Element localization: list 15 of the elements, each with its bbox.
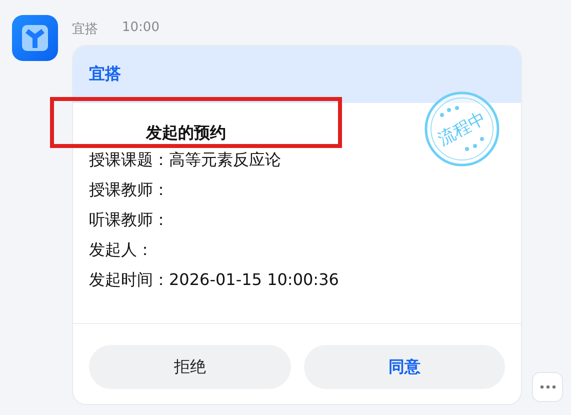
accept-button[interactable]: 同意 [304,345,505,389]
field-line: 发起时间：2026-01-15 10:00:36 [89,269,339,291]
message-time: 10:00 [122,20,160,37]
more-icon [540,385,556,389]
sender-name: 宜搭 [72,21,98,38]
field-line: 发起人： [89,239,153,261]
logo-icon [21,24,49,52]
card-title: 发起的预约 [146,122,226,144]
field-line: 听课教师： [89,209,169,231]
field-line: 授课教师： [89,179,169,201]
status-stamp: 流程中 [424,91,500,167]
more-button[interactable] [532,372,563,402]
card-header: 宜搭 [89,64,121,85]
reject-button[interactable]: 拒绝 [89,345,290,389]
field-line: 授课课题：高等元素反应论 [89,149,281,171]
